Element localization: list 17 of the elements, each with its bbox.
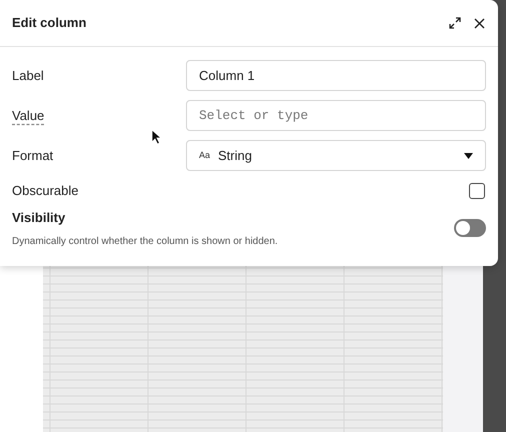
type-glyph: Aa (199, 148, 210, 162)
checkbox[interactable] (469, 183, 485, 199)
dialog-title: Edit column (12, 14, 86, 32)
visibility-title: Visibility (12, 209, 66, 227)
field-label: Format (12, 146, 54, 165)
field-label: Label (12, 66, 44, 85)
mouse-pointer-icon (151, 129, 162, 145)
format-dropdown[interactable]: Aa String (186, 140, 486, 171)
close-icon[interactable] (474, 18, 485, 28)
expand-icon[interactable] (449, 17, 461, 29)
field-label: Value (12, 106, 44, 125)
visibility-description: Dynamically control whether the column is shown or hidden. (12, 234, 278, 248)
value-field[interactable]: Select or type (186, 100, 486, 131)
label-field[interactable]: Column 1 (186, 60, 486, 91)
visibility-toggle[interactable] (454, 219, 486, 238)
caret-icon (464, 152, 473, 158)
field-label: Obscurable (12, 182, 78, 200)
